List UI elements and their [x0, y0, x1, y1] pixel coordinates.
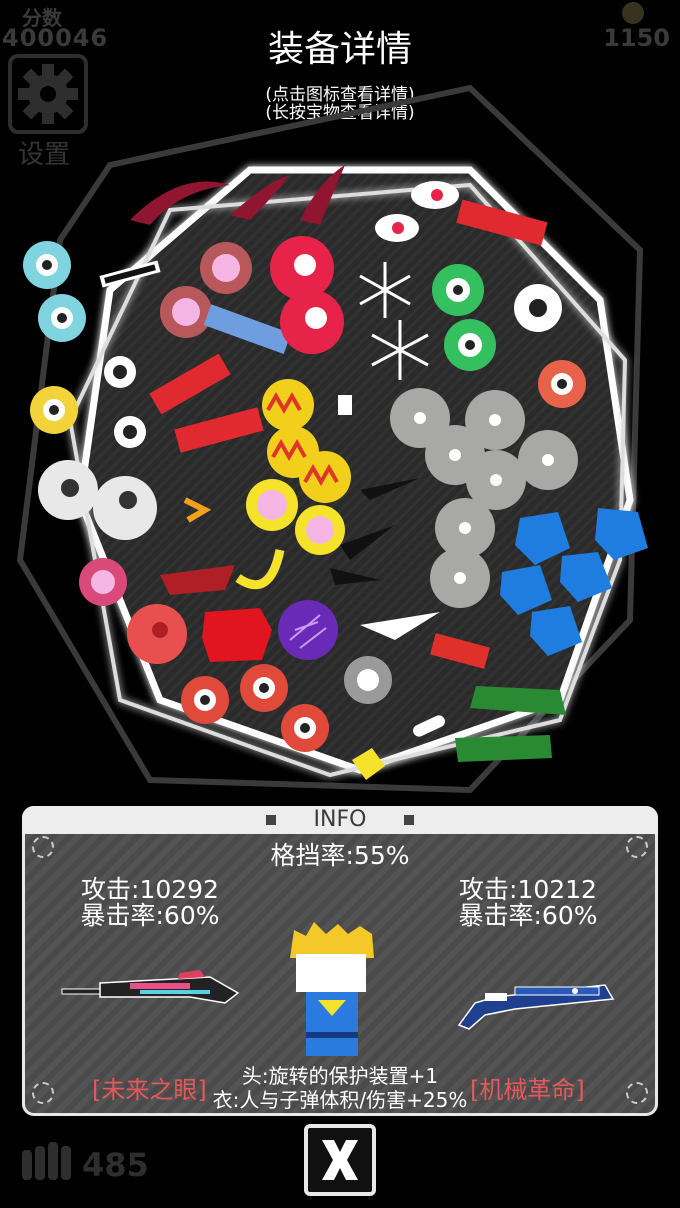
- gear-grey-icon: [344, 656, 392, 704]
- gear-orange-icon: [281, 704, 329, 752]
- card-icon: [338, 395, 352, 415]
- red-ring-icon: [127, 604, 187, 664]
- right-attack: 攻击:10212: [459, 875, 597, 904]
- close-icon: [322, 1140, 358, 1180]
- gear-green-icon: [444, 319, 496, 371]
- red-ring-icon: [280, 290, 344, 354]
- ring-icon: [104, 356, 136, 388]
- ammo-count: 485: [82, 1146, 149, 1184]
- character-avatar: [290, 922, 374, 1056]
- gear-orange-icon: [240, 664, 288, 712]
- left-attack: 攻击:10292: [81, 875, 219, 904]
- purple-orb-icon: [278, 600, 338, 660]
- bonus-body: 衣:人与子弹体积/伤害+25%: [212, 1088, 468, 1112]
- page-title: 装备详情: [267, 29, 412, 70]
- gear-yellow-icon: [30, 386, 78, 434]
- red-ring-icon: [270, 236, 334, 300]
- gear-pink-icon: [160, 286, 212, 338]
- green-block-icon: [455, 735, 552, 762]
- gear-cyan-icon: [38, 294, 86, 342]
- eye-capsule-icon: [375, 214, 419, 242]
- gear-orange-icon: [538, 360, 586, 408]
- sniper-rifle-icon[interactable]: [60, 965, 240, 1015]
- right-crit: 暴击率:60%: [458, 901, 598, 930]
- white-donut-icon: [38, 460, 98, 520]
- white-donut-icon: [93, 476, 157, 540]
- red-block-icon: [202, 608, 272, 662]
- yellow-coin-icon: [299, 451, 351, 503]
- block-rate: 格挡率:55%: [270, 841, 410, 870]
- left-crit: 暴击率:60%: [80, 901, 220, 930]
- flower-icon: [295, 505, 345, 555]
- gear-cyan-icon: [23, 241, 71, 289]
- shotgun-icon[interactable]: [455, 975, 615, 1030]
- equipment-arena: [16, 84, 648, 794]
- gear-green-icon: [432, 264, 484, 316]
- ammo-icon: [22, 1142, 71, 1180]
- flower-icon: [246, 479, 298, 531]
- gear-white-icon: [514, 284, 562, 332]
- gear-orange-icon: [181, 676, 229, 724]
- close-button[interactable]: [304, 1124, 376, 1196]
- gear-pink-icon: [200, 242, 252, 294]
- info-title: INFO: [313, 807, 367, 832]
- yellow-coin-icon: [262, 379, 314, 431]
- ring-icon: [114, 416, 146, 448]
- gear-pink-icon: [79, 558, 127, 606]
- eye-capsule-icon: [411, 181, 459, 209]
